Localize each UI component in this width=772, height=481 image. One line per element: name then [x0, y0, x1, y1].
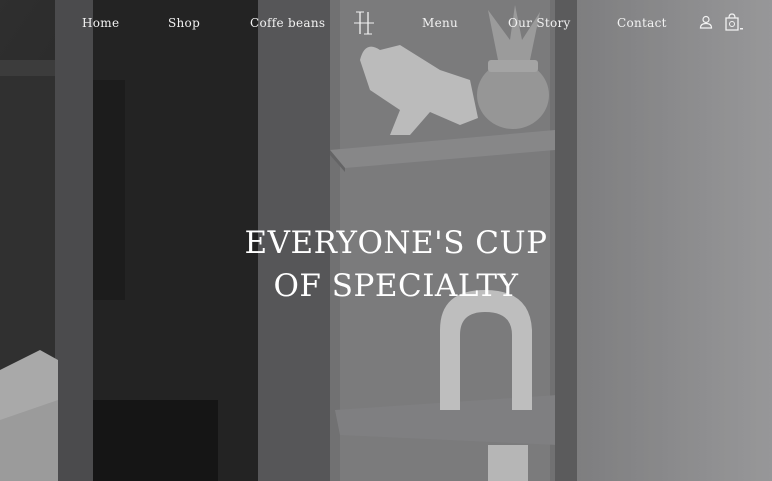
nav-link-shop[interactable]: Shop: [168, 16, 200, 30]
hero-headline-line-1: EVERYONE'S CUP: [244, 225, 548, 261]
shopping-bag-icon[interactable]: [724, 13, 744, 31]
hero-section: Home Shop Coffe beans Menu Our Story Con…: [0, 0, 772, 481]
nav-link-our-story[interactable]: Our Story: [508, 16, 571, 30]
nav-link-coffee-beans[interactable]: Coffe beans: [250, 16, 325, 30]
nav-link-contact[interactable]: Contact: [617, 16, 667, 30]
main-navigation: Home Shop Coffe beans Menu Our Story Con…: [0, 0, 772, 46]
user-icon[interactable]: [699, 15, 713, 29]
nav-link-menu[interactable]: Menu: [422, 16, 458, 30]
hero-headline: EVERYONE'S CUP OF SPECIALTY: [0, 222, 772, 308]
hero-headline-line-2: OF SPECIALTY: [273, 268, 519, 304]
monogram-logo-icon[interactable]: [352, 10, 376, 36]
nav-link-home[interactable]: Home: [82, 16, 119, 30]
